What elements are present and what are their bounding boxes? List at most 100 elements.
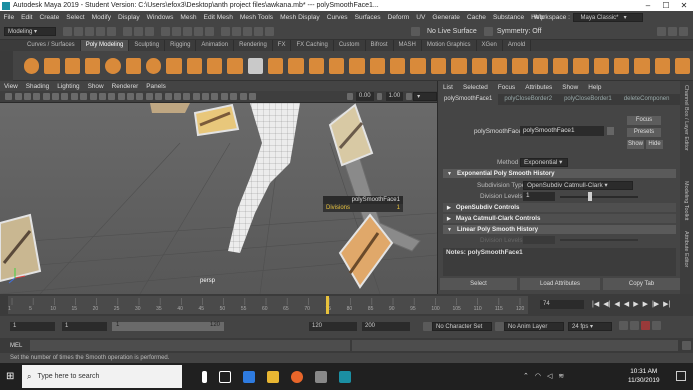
shelf-tab-arnold[interactable]: Arnold (503, 40, 532, 51)
depth-of-field-icon[interactable] (211, 93, 219, 100)
smooth-icon[interactable] (308, 57, 325, 74)
ipr-render-icon[interactable] (243, 26, 252, 36)
fps-dropdown[interactable]: 24 fps ▾ (568, 322, 612, 331)
in-view-editor[interactable]: polySmoothFace1 Divisions 1 (323, 196, 403, 212)
close-icon[interactable]: ✕ (675, 0, 693, 11)
network-icon[interactable]: ◠ (535, 372, 541, 380)
poly-torus-icon[interactable] (105, 57, 121, 74)
sound-icon[interactable] (630, 321, 639, 330)
menu-deform[interactable]: Deform (388, 14, 410, 21)
xray-components-icon[interactable] (248, 93, 256, 100)
undo-icon[interactable] (96, 26, 105, 36)
snap-surface-icon[interactable] (205, 26, 214, 36)
open-scene-icon[interactable] (74, 26, 83, 36)
grease-pencil-icon[interactable] (42, 93, 50, 100)
menu-generate[interactable]: Generate (432, 14, 460, 21)
symmetry-icon[interactable] (483, 26, 493, 36)
presets-button[interactable]: Presets (627, 128, 661, 137)
minimize-icon[interactable]: – (639, 0, 657, 11)
wireframe-on-shaded-icon[interactable] (145, 93, 153, 100)
shelf-tab-motion-graphics[interactable]: Motion Graphics (422, 40, 477, 51)
node-name-field[interactable]: polySmoothFace1 (520, 126, 604, 136)
shelf-tab-rigging[interactable]: Rigging (165, 40, 197, 51)
ae-tab-deletecomponent[interactable]: deleteComponen (618, 94, 676, 105)
script-editor-icon[interactable] (682, 341, 691, 350)
automatic-map-icon[interactable] (674, 57, 691, 74)
image-plane-icon[interactable] (23, 93, 31, 100)
menu-edit-mesh[interactable]: Edit Mesh (204, 14, 233, 21)
scene-start-field[interactable]: 1 (10, 322, 55, 331)
select-button[interactable]: Select (440, 278, 517, 290)
default-material-icon[interactable] (136, 93, 144, 100)
bevel-icon[interactable] (410, 57, 426, 74)
taskbar-clock[interactable]: 10:31 AM 11/30/2019 (628, 367, 660, 385)
isolate-select-icon[interactable] (220, 93, 228, 100)
separate-icon[interactable] (268, 57, 284, 74)
focus-button[interactable]: Focus (627, 116, 661, 125)
range-bar[interactable]: 1 120 (112, 322, 224, 331)
ae-menu-focus[interactable]: Focus (498, 84, 515, 91)
render-frame-icon[interactable] (232, 26, 241, 36)
shelf-tab-rendering[interactable]: Rendering (234, 40, 273, 51)
division-levels-field[interactable]: 1 (523, 192, 555, 201)
loop-icon[interactable] (619, 321, 628, 330)
symmetry-label[interactable]: Symmetry: Off (497, 28, 542, 35)
poly-type-icon[interactable] (207, 57, 223, 74)
modeling-toolkit-icon[interactable] (657, 26, 666, 36)
select-object-icon[interactable] (134, 26, 143, 36)
microphone-icon[interactable] (202, 370, 207, 383)
subdivision-type-dropdown[interactable]: OpenSubdiv Catmull-Clark ▾ (523, 181, 633, 190)
gate-mask-icon[interactable] (80, 93, 88, 100)
shadows-icon[interactable] (173, 93, 181, 100)
ae-menu-help[interactable]: Help (588, 84, 601, 91)
screen-space-ao-icon[interactable] (183, 93, 191, 100)
task-view-icon[interactable] (219, 370, 231, 383)
extract-icon[interactable] (288, 57, 304, 74)
step-back-key-icon[interactable]: ◀| (603, 300, 610, 308)
scene-end-field[interactable]: 200 (362, 322, 410, 331)
gamma-field[interactable]: 1.00 (385, 92, 404, 101)
xray-joints-icon[interactable] (239, 93, 247, 100)
bridge-icon[interactable] (369, 57, 386, 74)
wireframe-icon[interactable] (117, 93, 125, 100)
exposure-field[interactable]: 0.00 (355, 92, 374, 101)
mode-dropdown[interactable]: Modeling ▾ (4, 26, 56, 36)
workspace-dropdown[interactable]: Maya Classic* ▾ (573, 12, 643, 22)
quad-draw-icon[interactable] (573, 57, 589, 74)
channel-box-icon[interactable] (668, 26, 677, 36)
poly-disc-icon[interactable] (146, 57, 162, 74)
new-scene-icon[interactable] (63, 26, 72, 36)
step-back-frame-icon[interactable]: ◀ (614, 300, 619, 308)
maya-taskbar-icon[interactable] (339, 370, 351, 383)
poly-cylinder-icon[interactable] (64, 57, 80, 74)
windows-start-icon[interactable]: ⊞ (6, 371, 17, 382)
ae-menu-attributes[interactable]: Attributes (525, 84, 552, 91)
grid-icon[interactable] (52, 93, 60, 100)
step-forward-frame-icon[interactable]: ▶ (643, 300, 648, 308)
menu-substance[interactable]: Substance (493, 14, 524, 21)
poly-plane-icon[interactable] (125, 57, 141, 74)
notifications-icon[interactable] (676, 371, 686, 381)
film-gate-icon[interactable] (61, 93, 69, 100)
division-levels-slider-handle[interactable] (588, 192, 592, 201)
show-button[interactable]: Show (627, 140, 644, 149)
frame-linear-history[interactable]: ▼ Linear Poly Smooth History (443, 225, 676, 234)
safe-title-icon[interactable] (108, 93, 116, 100)
boolean-icon[interactable] (329, 57, 345, 74)
live-surface-icon[interactable] (411, 26, 420, 36)
character-set-dropdown[interactable]: No Character Set (432, 322, 492, 331)
snap-grid-icon[interactable] (161, 26, 170, 36)
timeline-track[interactable]: 1510152025303540455055606570758085909510… (8, 296, 528, 314)
file-explorer-icon[interactable] (267, 370, 279, 383)
select-hierarchy-icon[interactable] (123, 26, 132, 36)
exposure-icon[interactable] (347, 93, 353, 100)
shelf-options-icon[interactable] (0, 50, 14, 81)
hypershade-icon[interactable] (265, 26, 274, 36)
load-attributes-button[interactable]: Load Attributes (520, 278, 600, 290)
poly-cube-icon[interactable] (44, 57, 60, 74)
shelf-tab-animation[interactable]: Animation (196, 40, 235, 51)
current-time-marker[interactable] (326, 296, 329, 314)
menu-surfaces[interactable]: Surfaces (355, 14, 381, 21)
view-transform-dropdown[interactable]: ▾ (413, 92, 438, 101)
menu-mesh-display[interactable]: Mesh Display (280, 14, 320, 21)
